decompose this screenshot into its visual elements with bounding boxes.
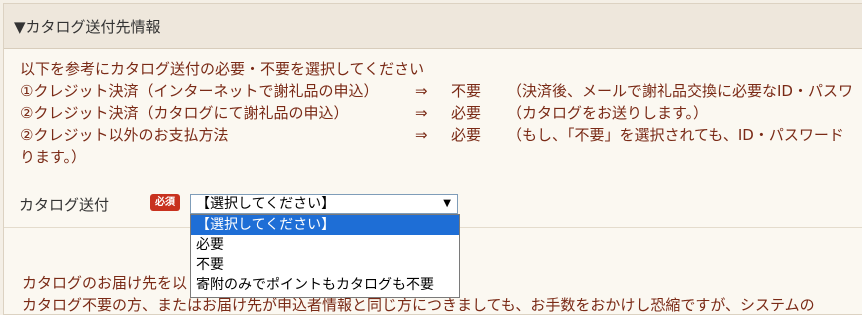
row-value: 必要 xyxy=(451,104,482,122)
option-select-prompt[interactable]: 【選択してください】 xyxy=(191,215,459,235)
required-badge: 必須 xyxy=(150,194,180,211)
row-value: 必要 xyxy=(451,126,482,144)
arrow-icon: ⇒ xyxy=(415,126,428,144)
catalog-instructions: 以下を参考にカタログ送付の必要・不要を選択してください ①クレジット決済（インタ… xyxy=(20,58,862,168)
row-value: 不要 xyxy=(451,82,482,100)
instruction-row: ②クレジット以外のお支払方法 ⇒ 必要 （もし、「不要」を選択されても、ID・パ… xyxy=(20,124,862,146)
catalog-delivery-label: カタログ送付 xyxy=(19,196,110,214)
option-required[interactable]: 必要 xyxy=(191,235,459,255)
arrow-icon: ⇒ xyxy=(415,82,428,100)
row-note: （もし、「不要」を選択されても、ID・パスワード xyxy=(507,126,844,144)
section-header: ▼カタログ送付先情報 xyxy=(4,4,862,49)
select-current-value: 【選択してください】 xyxy=(196,196,336,212)
catalog-delivery-select[interactable]: 【選択してください】 ▼ xyxy=(190,194,458,214)
section-title: ▼カタログ送付先情報 xyxy=(14,18,161,36)
delivery-note-line1: カタログのお届け先を以 xyxy=(22,274,188,292)
instructions-continuation: ります。） xyxy=(20,148,87,166)
catalog-delivery-panel: ▼カタログ送付先情報 以下を参考にカタログ送付の必要・不要を選択してください ①… xyxy=(3,3,862,315)
row-label: ②クレジット決済（カタログにて謝礼品の申込） xyxy=(20,104,349,122)
catalog-delivery-options[interactable]: 【選択してください】 必要 不要 寄附のみでポイントもカタログも不要 xyxy=(190,214,460,298)
dropdown-arrow-icon: ▼ xyxy=(443,198,451,209)
option-not-required[interactable]: 不要 xyxy=(191,255,459,275)
instructions-intro: 以下を参考にカタログ送付の必要・不要を選択してください xyxy=(20,60,425,78)
arrow-icon: ⇒ xyxy=(415,104,428,122)
row-note: （決済後、メールで謝礼品交換に必要なID・パスワ xyxy=(507,82,853,100)
instruction-row: ①クレジット決済（インターネットで謝礼品の申込） ⇒ 不要 （決済後、メールで謝… xyxy=(20,80,862,102)
row-label: ②クレジット以外のお支払方法 xyxy=(20,126,229,144)
row-label: ①クレジット決済（インターネットで謝礼品の申込） xyxy=(20,82,379,100)
option-donation-only[interactable]: 寄附のみでポイントもカタログも不要 xyxy=(191,275,459,295)
row-note: （カタログをお送りします。） xyxy=(507,104,709,122)
instruction-row: ②クレジット決済（カタログにて謝礼品の申込） ⇒ 必要 （カタログをお送りします… xyxy=(20,102,862,124)
